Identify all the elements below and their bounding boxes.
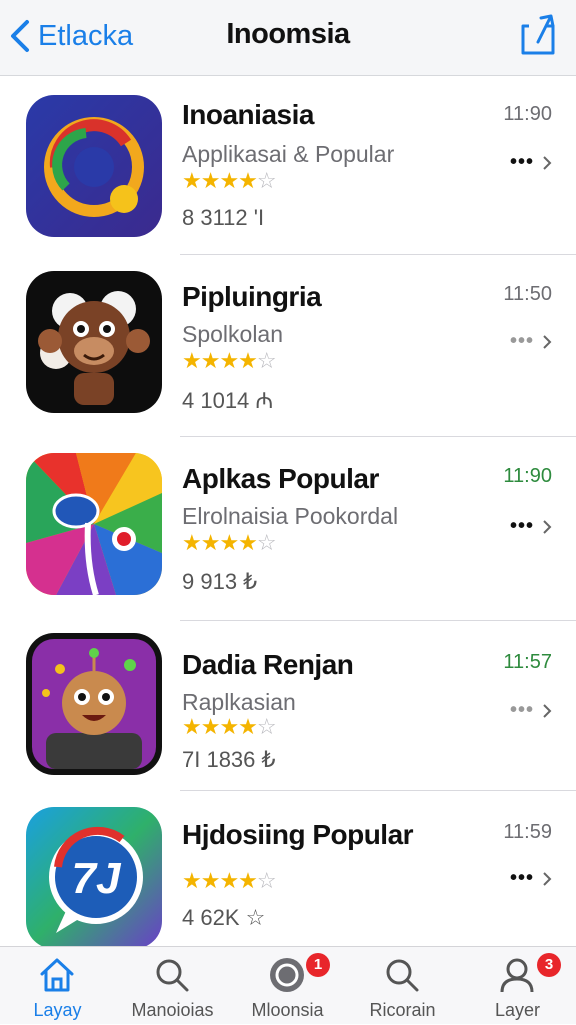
search-icon <box>156 959 189 992</box>
robot-character-icon <box>26 633 162 775</box>
app-meta: 7I 1836 ₺ <box>182 747 276 772</box>
tab-messages[interactable]: 1 Mloonsia <box>230 947 345 1025</box>
list-item[interactable]: Inoaniasia Applikasai & Popular ★★★★☆ 8 … <box>0 77 576 255</box>
more-button[interactable]: ••• <box>510 867 552 890</box>
more-dots-icon: ••• <box>509 515 534 537</box>
tab-label: Layay <box>33 1000 82 1020</box>
chevron-right-icon <box>543 871 552 886</box>
more-button[interactable]: ••• <box>510 330 552 353</box>
more-dots-icon: ••• <box>509 151 534 173</box>
swirl-logo-icon <box>26 95 162 237</box>
timestamp: 11:57 <box>503 651 552 673</box>
star-rating: ★★★★☆ <box>182 530 277 555</box>
search-icon <box>386 959 419 992</box>
list-item[interactable]: Pipluingria Spolkolan ★★★★☆ 4 1014 ₼ 11:… <box>0 255 576 437</box>
home-icon <box>40 958 74 992</box>
app-name: Inoaniasia <box>182 99 314 130</box>
tab-label: Mloonsia <box>251 1000 324 1020</box>
timestamp: 11:50 <box>503 283 552 305</box>
tab-label: Manoioias <box>131 1000 214 1020</box>
app-subtitle: Spolkolan <box>182 321 284 347</box>
app-meta: 8 3112 'I <box>182 205 265 230</box>
list-item[interactable]: Aplkas Popular Elrolnaisia Pookordal ★★★… <box>0 437 576 621</box>
chevron-right-icon <box>543 334 552 349</box>
navigation-bar: Etlacka Inoomsia <box>0 0 576 76</box>
timestamp: 11:90 <box>503 465 552 487</box>
star-rating: ★★★★☆ <box>182 714 277 739</box>
tab-bar: Layay Manoioias 1 Mloonsia Ricorain 3 La… <box>0 946 576 1024</box>
svg-text:7J: 7J <box>72 854 122 903</box>
notification-badge: 1 <box>306 953 330 977</box>
chevron-right-icon <box>543 519 552 534</box>
app-name: Dadia Renjan <box>182 649 354 680</box>
app-meta: 9 913 ₺ <box>182 569 258 594</box>
more-button[interactable]: ••• <box>510 515 552 538</box>
monkey-character-icon <box>26 271 162 413</box>
chevron-right-icon <box>543 703 552 718</box>
app-meta: 4 62K ☆ <box>182 905 266 930</box>
star-rating: ★★★★☆ <box>182 348 277 373</box>
chat-bubble-icon <box>270 958 304 992</box>
app-name: Hjdosiing Popular <box>182 819 414 850</box>
star-rating: ★★★★☆ <box>182 168 277 193</box>
app-subtitle: Elrolnaisia Pookordal <box>182 503 399 529</box>
notification-badge: 3 <box>537 953 561 977</box>
tab-profile[interactable]: 3 Layer <box>460 947 575 1025</box>
profile-icon <box>500 958 534 993</box>
list-item[interactable]: Dadia Renjan Raplkasian ★★★★☆ 7I 1836 ₺ … <box>0 621 576 791</box>
tab-label: Ricorain <box>369 1000 436 1020</box>
more-dots-icon: ••• <box>509 330 534 352</box>
share-button[interactable] <box>520 12 558 58</box>
app-meta: 4 1014 ₼ <box>182 388 274 413</box>
more-button[interactable]: ••• <box>510 699 552 722</box>
page-title: Inoomsia <box>226 18 350 50</box>
more-dots-icon: ••• <box>509 699 534 721</box>
app-name: Pipluingria <box>182 281 322 312</box>
list-item[interactable]: 7J Hjdosiing Popular ★★★★☆ 4 62K ☆ 11:59… <box>0 791 576 949</box>
timestamp: 11:59 <box>503 821 552 843</box>
star-rating: ★★★★☆ <box>182 868 277 893</box>
chat-bubble-logo-icon: 7J <box>26 807 162 949</box>
app-subtitle: Applikasai & Popular <box>182 141 395 167</box>
tab-home[interactable]: Layay <box>0 947 115 1025</box>
tab-search[interactable]: Manoioias <box>115 947 230 1025</box>
app-name: Aplkas Popular <box>182 463 379 494</box>
tab-label: Layer <box>494 1000 541 1020</box>
timestamp: 11:90 <box>503 103 552 125</box>
chevron-right-icon <box>543 155 552 170</box>
tab-discover[interactable]: Ricorain <box>345 947 460 1025</box>
share-icon <box>521 14 555 55</box>
more-dots-icon: ••• <box>509 867 534 889</box>
app-subtitle: Raplkasian <box>182 689 296 715</box>
more-button[interactable]: ••• <box>510 151 552 174</box>
rainbow-swirl-icon <box>26 453 162 595</box>
